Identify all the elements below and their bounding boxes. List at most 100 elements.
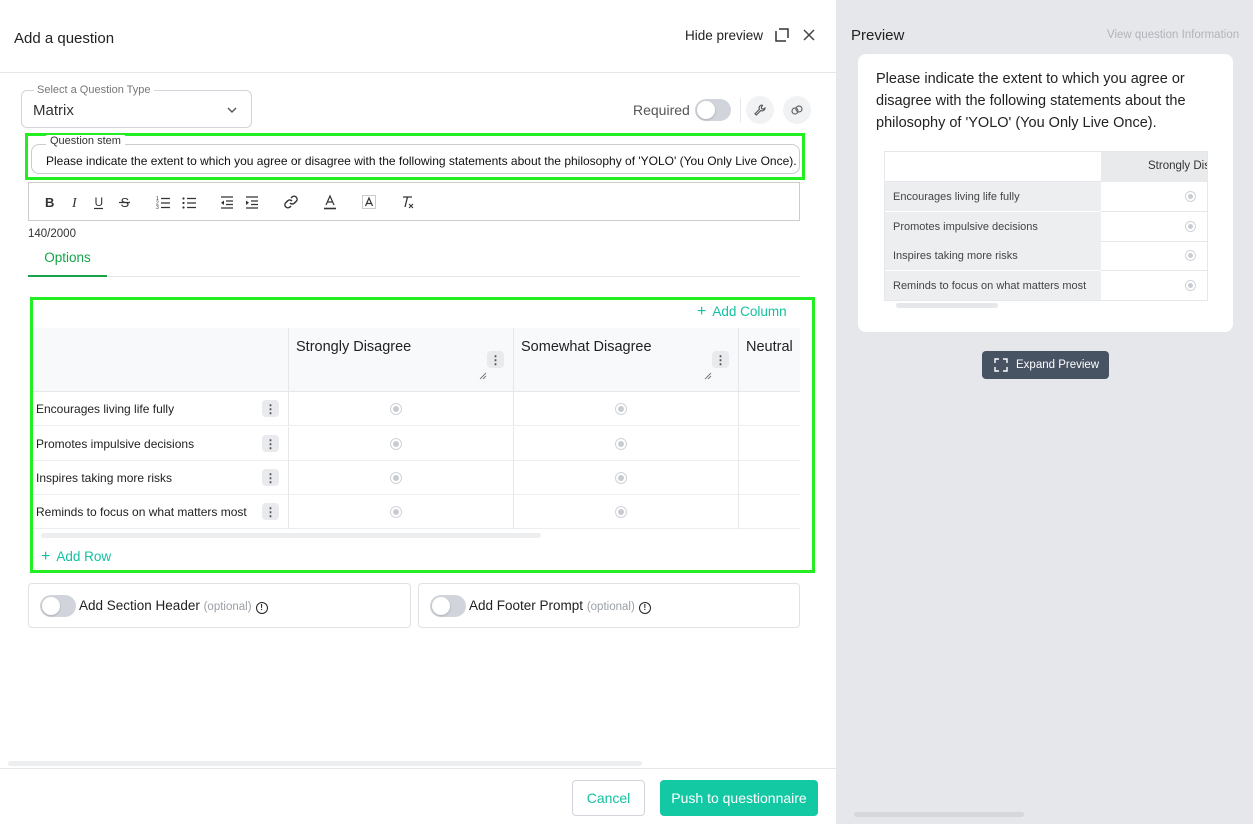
cell-divider [738, 495, 739, 529]
column-header[interactable]: Neutral [738, 328, 800, 392]
preview-radio[interactable] [1185, 250, 1196, 261]
row-menu-button[interactable]: ⋮ [262, 469, 279, 486]
radio-option[interactable] [615, 506, 627, 518]
question-type-legend: Select a Question Type [34, 84, 154, 96]
highlight-color-icon[interactable] [361, 194, 377, 210]
row-menu-button[interactable]: ⋮ [262, 400, 279, 417]
more-vertical-icon: ⋮ [264, 436, 277, 451]
preview-radio[interactable] [1185, 280, 1196, 291]
more-vertical-icon: ⋮ [264, 470, 277, 485]
editor-scrollbar[interactable] [8, 761, 642, 766]
row-label[interactable]: Encourages living life fully [36, 402, 174, 416]
toolbar-divider [740, 98, 741, 122]
question-type-select[interactable]: Select a Question Type Matrix [21, 84, 252, 128]
expand-preview-button[interactable]: Expand Preview [982, 351, 1109, 379]
matrix-row: Inspires taking more risks ⋮ [33, 461, 800, 495]
outdent-icon[interactable] [219, 194, 235, 210]
logic-button[interactable] [783, 96, 811, 124]
link-chain-icon [791, 105, 803, 115]
matrix-row: Reminds to focus on what matters most ⋮ [33, 495, 800, 529]
clear-format-icon[interactable] [400, 194, 416, 210]
radio-option[interactable] [615, 403, 627, 415]
radio-option[interactable] [390, 472, 402, 484]
row-label[interactable]: Inspires taking more risks [36, 471, 172, 485]
resize-handle-icon[interactable] [704, 372, 712, 380]
column-menu-button[interactable]: ⋮ [712, 351, 729, 368]
hide-preview-button[interactable]: Hide preview [685, 28, 763, 43]
radio-option[interactable] [390, 403, 402, 415]
tab-options[interactable]: Options [28, 250, 107, 277]
preview-column-header: Strongly Disa [1101, 152, 1207, 182]
section-header-option: Add Section Header (optional)! [28, 583, 411, 628]
header-divider [0, 72, 836, 73]
section-header-label: Add Section Header [79, 598, 200, 613]
info-icon[interactable]: ! [638, 602, 651, 614]
optional-tag: (optional) [203, 601, 252, 613]
section-header-toggle[interactable] [40, 595, 76, 617]
required-toggle[interactable] [695, 99, 731, 121]
row-label[interactable]: Reminds to focus on what matters most [36, 505, 247, 519]
tabs-divider [28, 276, 800, 277]
footer-prompt-toggle[interactable] [430, 595, 466, 617]
cell-divider [513, 495, 514, 529]
radio-option[interactable] [390, 438, 402, 450]
italic-icon[interactable]: I [67, 194, 83, 210]
character-counter: 140/2000 [28, 228, 76, 240]
add-column-button[interactable]: + Add Column [697, 303, 787, 321]
view-question-info-link[interactable]: View question Information [1107, 29, 1239, 41]
preview-header-row: Strongly Disa [885, 152, 1207, 182]
expand-icon [994, 358, 1008, 372]
preview-panel-scrollbar[interactable] [854, 812, 1024, 817]
preview-column-label: Strongly Disa [1148, 160, 1207, 172]
bullet-list-icon[interactable] [181, 194, 197, 210]
column-header[interactable]: Strongly Disagree ⋮ [288, 328, 513, 392]
radio-option[interactable] [615, 438, 627, 450]
cell-divider [288, 461, 289, 495]
row-label[interactable]: Promotes impulsive decisions [36, 437, 194, 451]
plus-icon: + [41, 548, 51, 565]
preview-row-label: Encourages living life fully [893, 191, 1020, 203]
column-menu-button[interactable]: ⋮ [487, 351, 504, 368]
question-stem-field[interactable]: Question stem Please indicate the extent… [31, 135, 800, 174]
cell-divider [513, 461, 514, 495]
preview-panel: Preview View question Information Please… [836, 0, 1253, 824]
preview-radio[interactable] [1185, 191, 1196, 202]
popout-icon[interactable] [773, 26, 791, 44]
preview-matrix: Strongly Disa Encourages living life ful… [884, 151, 1208, 301]
row-menu-button[interactable]: ⋮ [262, 503, 279, 520]
add-row-button[interactable]: + Add Row [41, 548, 111, 566]
cell-divider [513, 427, 514, 461]
svg-text:U: U [95, 195, 104, 209]
preview-radio[interactable] [1185, 221, 1196, 232]
footer-prompt-label: Add Footer Prompt [469, 598, 584, 613]
cancel-button[interactable]: Cancel [572, 780, 645, 816]
cell-divider [288, 427, 289, 461]
preview-title: Preview [851, 27, 905, 44]
ordered-list-icon[interactable]: 123 [155, 194, 171, 210]
info-icon[interactable]: ! [255, 602, 268, 614]
more-vertical-icon: ⋮ [714, 352, 727, 367]
close-icon[interactable] [800, 26, 818, 44]
row-menu-button[interactable]: ⋮ [262, 435, 279, 452]
resize-handle-icon[interactable] [479, 372, 487, 380]
cell-divider [288, 495, 289, 529]
link-icon[interactable] [283, 194, 299, 210]
matrix-row: Encourages living life fully ⋮ [33, 392, 800, 426]
column-header-label: Somewhat Disagree [521, 339, 652, 355]
text-color-icon[interactable] [322, 194, 338, 210]
indent-icon[interactable] [244, 194, 260, 210]
matrix-scrollbar[interactable] [41, 533, 541, 538]
column-header[interactable]: Somewhat Disagree ⋮ [513, 328, 738, 392]
chevron-down-icon [227, 107, 237, 113]
push-to-questionnaire-button[interactable]: Push to questionnaire [660, 780, 818, 816]
settings-button[interactable] [746, 96, 774, 124]
strikethrough-icon[interactable]: S [117, 194, 133, 210]
preview-row-label: Promotes impulsive decisions [893, 221, 1038, 233]
bold-icon[interactable]: B [41, 194, 57, 210]
radio-option[interactable] [390, 506, 402, 518]
more-vertical-icon: ⋮ [264, 504, 277, 519]
question-stem-legend: Question stem [46, 135, 125, 147]
preview-scrollbar[interactable] [896, 303, 998, 308]
radio-option[interactable] [615, 472, 627, 484]
underline-icon[interactable]: U [91, 194, 107, 210]
